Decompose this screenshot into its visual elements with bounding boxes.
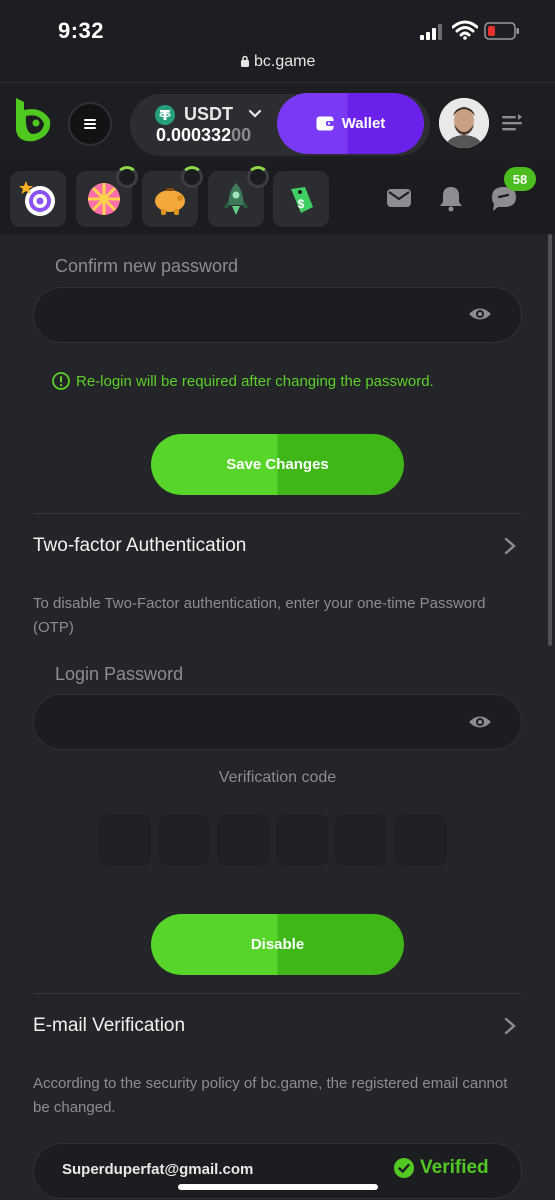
verified-status: Verified [394,1157,489,1179]
spin-target-icon [19,181,55,216]
loading-spinner [181,166,203,188]
balance-amount-faded: 00 [231,125,252,145]
two-factor-title[interactable]: Two-factor Authentication [33,535,246,557]
email-address: Superduperfat@gmail.com [62,1161,254,1178]
spin-target-tile[interactable] [10,171,66,227]
eye-icon[interactable] [468,713,492,731]
bell-icon[interactable] [437,184,465,212]
loading-spinner [116,166,138,188]
home-indicator[interactable] [178,1184,378,1190]
check-circle-icon [394,1158,414,1178]
wallet-icon [316,116,334,131]
url-text: bc.game [254,53,316,70]
otp-digit-input[interactable] [217,814,269,866]
chat-count-badge: 58 [504,167,536,191]
otp-digit-input[interactable] [99,814,151,866]
confirm-password-label: Confirm new password [55,256,239,276]
chevron-down-icon[interactable] [248,107,262,121]
tether-icon [155,105,175,125]
confirm-password-input[interactable] [33,287,522,343]
login-password-label: Login Password [55,664,184,684]
info-circle-icon [52,372,70,390]
deal-tag-tile[interactable]: $ [273,171,329,227]
list-icon[interactable] [501,112,523,134]
divider [33,993,522,994]
menu-button[interactable] [68,102,112,146]
status-time: 9:32 [58,18,105,43]
verified-label: Verified [420,1157,489,1178]
avatar[interactable] [439,98,489,148]
svg-text:$: $ [298,197,305,211]
login-password-input[interactable] [33,694,522,750]
tag-icon: $ [291,187,313,213]
email-description: According to the security policy of bc.g… [33,1075,508,1116]
eye-icon[interactable] [468,305,492,323]
chevron-right-icon[interactable] [503,1017,517,1035]
battery-low-icon [484,22,519,40]
lock-icon [240,55,249,67]
verification-code-label: Verification code [218,769,337,786]
currency-label[interactable]: USDT [184,104,233,125]
cellular-signal-icon [420,24,442,40]
otp-digit-input[interactable] [276,814,328,866]
scrollbar[interactable] [548,234,552,646]
email-verification-title[interactable]: E-mail Verification [33,1015,185,1037]
balance-amount: 0.00033200 [156,125,251,146]
save-changes-button[interactable]: Save Changes [151,434,404,495]
otp-digit-input[interactable] [158,814,210,866]
disable-button[interactable]: Disable [151,914,404,975]
divider [33,513,522,514]
chevron-right-icon[interactable] [503,537,517,555]
mail-icon[interactable] [385,184,413,212]
wallet-label: Wallet [341,115,386,132]
address-bar[interactable]: bc.game [0,53,555,71]
otp-digit-input[interactable] [335,814,387,866]
loading-spinner [247,166,269,188]
lucky-wheel-icon [88,183,120,215]
bcgame-logo[interactable] [12,96,54,144]
relogin-notice: Re-login will be required after changing… [52,372,434,390]
relogin-notice-text: Re-login will be required after changing… [76,372,434,390]
two-factor-description: To disable Two-Factor authentication, en… [33,595,486,636]
user-photo [439,98,489,148]
hamburger-icon [84,119,96,129]
otp-digit-input[interactable] [395,814,447,866]
balance-amount-main: 0.000332 [156,125,232,145]
wifi-icon [452,20,478,40]
wallet-button[interactable]: Wallet [277,93,424,154]
